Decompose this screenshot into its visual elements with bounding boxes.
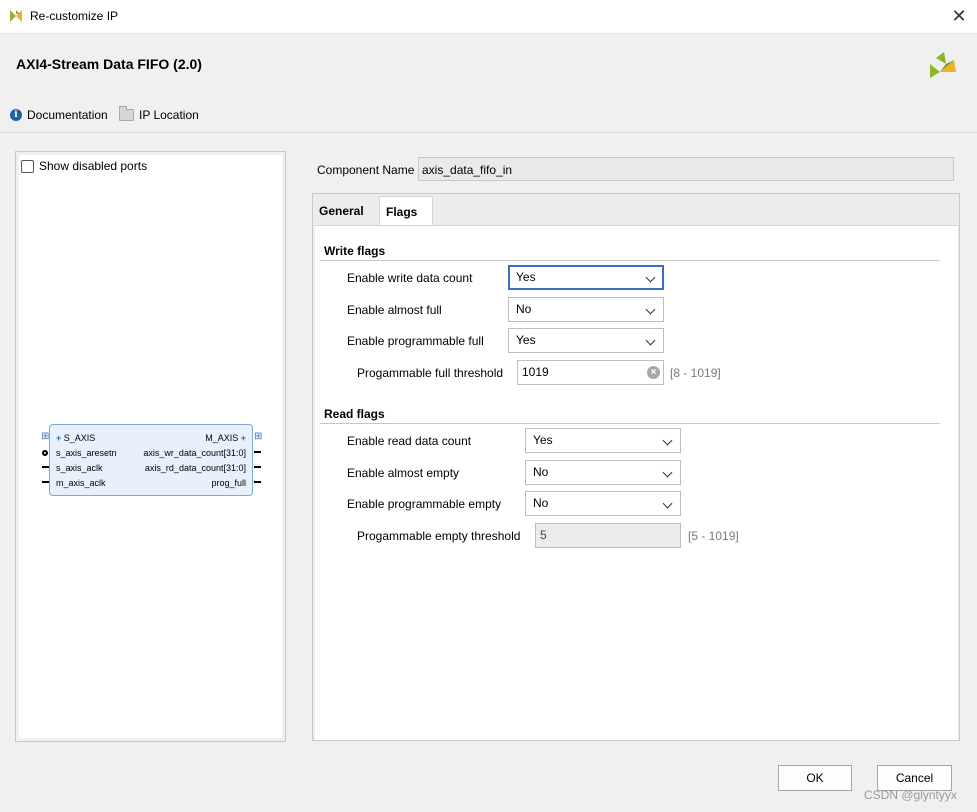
read-data-count-value: Yes bbox=[533, 433, 553, 447]
prog-full-threshold-label: Progammable full threshold bbox=[357, 366, 504, 380]
section-divider bbox=[320, 423, 940, 424]
clear-icon[interactable]: × bbox=[647, 366, 660, 379]
prog-full-threshold-range: [8 - 1019] bbox=[670, 366, 721, 380]
chevron-down-icon bbox=[645, 335, 656, 346]
pin-m-axis-aclk: m_axis_aclk bbox=[56, 478, 106, 488]
ip-location-label: IP Location bbox=[139, 108, 199, 122]
pin-s-axis-aresetn: s_axis_aresetn bbox=[56, 448, 117, 458]
close-icon[interactable]: ✕ bbox=[948, 4, 970, 28]
prog-empty-label: Enable programmable empty bbox=[347, 497, 502, 511]
prog-empty-value: No bbox=[533, 496, 549, 510]
chevron-down-icon bbox=[645, 272, 656, 283]
pin-rd-data-count: axis_rd_data_count[31:0] bbox=[144, 463, 246, 473]
prog-empty-threshold-value: 5 bbox=[540, 528, 547, 542]
pin-m-axis: M_AXIS + bbox=[205, 433, 246, 443]
component-name-label: Component Name bbox=[317, 163, 415, 177]
vivado-logo-icon bbox=[10, 10, 22, 22]
pin-stub bbox=[42, 481, 49, 483]
pin-wr-data-count: axis_wr_data_count[31:0] bbox=[143, 448, 246, 458]
documentation-link[interactable]: i Documentation bbox=[10, 108, 108, 122]
prog-empty-threshold-range: [5 - 1019] bbox=[688, 529, 739, 543]
ip-block-symbol: + S_AXIS s_axis_aresetn s_axis_aclk m_ax… bbox=[49, 424, 253, 496]
prog-empty-threshold-label: Progammable empty threshold bbox=[357, 529, 521, 543]
ip-title: AXI4-Stream Data FIFO (2.0) bbox=[16, 56, 202, 72]
info-icon: i bbox=[10, 109, 22, 121]
watermark: CSDN @glyntyyx bbox=[864, 788, 957, 802]
pin-prog-full: prog_full bbox=[211, 478, 246, 488]
reset-pin-icon bbox=[42, 450, 48, 456]
almost-empty-label: Enable almost empty bbox=[347, 466, 460, 480]
chevron-down-icon bbox=[662, 467, 673, 478]
bus-interface-icon: ⊞ bbox=[254, 431, 263, 442]
prog-empty-select[interactable]: No bbox=[525, 491, 681, 516]
write-data-count-select[interactable]: Yes bbox=[508, 265, 664, 290]
show-disabled-ports-label: Show disabled ports bbox=[39, 159, 148, 173]
prog-empty-threshold-input: 5 bbox=[535, 523, 681, 548]
xilinx-logo-icon bbox=[930, 52, 956, 78]
tab-flags[interactable]: Flags bbox=[379, 196, 433, 226]
pin-stub bbox=[254, 481, 261, 483]
title-bar bbox=[0, 0, 977, 34]
documentation-label: Documentation bbox=[27, 108, 108, 122]
expand-plus-icon[interactable]: + bbox=[241, 433, 246, 443]
prog-full-threshold-value: 1019 bbox=[522, 365, 549, 379]
chevron-down-icon bbox=[662, 498, 673, 509]
bus-interface-icon: ⊞ bbox=[41, 431, 50, 442]
write-flags-title: Write flags bbox=[324, 244, 386, 258]
checkbox-box[interactable] bbox=[21, 159, 34, 173]
pin-s-axis: + S_AXIS bbox=[56, 433, 96, 443]
prog-full-threshold-input[interactable]: 1019 × bbox=[517, 360, 664, 385]
chevron-down-icon bbox=[662, 435, 673, 446]
almost-empty-select[interactable]: No bbox=[525, 460, 681, 485]
prog-full-label: Enable programmable full bbox=[347, 334, 484, 348]
component-name-field[interactable]: axis_data_fifo_in bbox=[418, 157, 954, 181]
prog-full-select[interactable]: Yes bbox=[508, 328, 664, 353]
read-data-count-label: Enable read data count bbox=[347, 434, 472, 448]
section-divider bbox=[320, 260, 940, 261]
ip-location-link[interactable]: IP Location bbox=[119, 106, 199, 122]
chevron-down-icon bbox=[645, 304, 656, 315]
pin-s-axis-aclk: s_axis_aclk bbox=[56, 463, 103, 473]
almost-full-value: No bbox=[516, 302, 532, 316]
pin-stub bbox=[254, 466, 261, 468]
window-title: Re-customize IP bbox=[30, 9, 119, 23]
tab-general[interactable]: General bbox=[313, 196, 379, 226]
write-data-count-label: Enable write data count bbox=[347, 271, 473, 285]
almost-empty-value: No bbox=[533, 465, 549, 479]
almost-full-select[interactable]: No bbox=[508, 297, 664, 322]
pin-stub bbox=[254, 451, 261, 453]
header-divider bbox=[0, 132, 977, 133]
read-flags-title: Read flags bbox=[324, 407, 385, 421]
show-disabled-ports-checkbox[interactable]: Show disabled ports bbox=[21, 159, 147, 173]
ok-button[interactable]: OK bbox=[778, 765, 852, 791]
folder-icon bbox=[119, 106, 134, 121]
expand-plus-icon[interactable]: + bbox=[56, 433, 61, 443]
write-data-count-value: Yes bbox=[516, 270, 536, 284]
pin-stub bbox=[42, 466, 49, 468]
read-data-count-select[interactable]: Yes bbox=[525, 428, 681, 453]
prog-full-value: Yes bbox=[516, 333, 536, 347]
almost-full-label: Enable almost full bbox=[347, 303, 442, 317]
